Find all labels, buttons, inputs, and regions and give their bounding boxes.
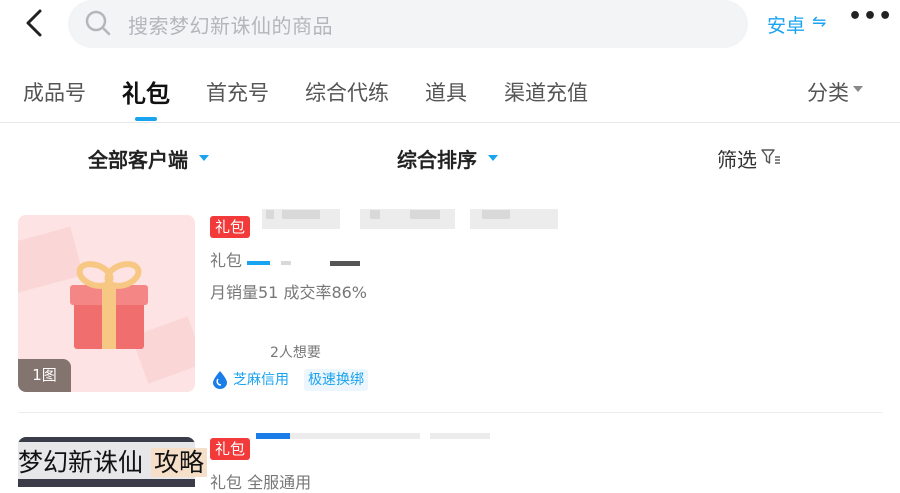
- image-count-badge: 1图: [18, 359, 71, 392]
- category-menu[interactable]: 分类: [807, 77, 849, 107]
- more-options-icon[interactable]: •••: [848, 4, 893, 29]
- thumbnail-caption-highlight: 攻略: [150, 448, 207, 477]
- thumbnail-caption: 梦幻新诛仙 攻略: [18, 443, 207, 479]
- fast-rebind-tag: 极速换绑: [304, 369, 368, 391]
- tab-channel-recharge[interactable]: 渠道充值: [504, 77, 588, 107]
- sort-caret-icon: [488, 155, 498, 161]
- search-placeholder[interactable]: 搜索梦幻新诛仙的商品: [128, 10, 333, 39]
- search-icon: [85, 10, 111, 36]
- credit-drop-icon: [213, 371, 227, 389]
- redacted-detail: [330, 261, 360, 266]
- thumbnail-caption-main: 梦幻新诛仙: [18, 448, 144, 477]
- redacted-title: [282, 210, 320, 219]
- redacted-title: [266, 210, 274, 219]
- back-arrow-icon[interactable]: [18, 6, 50, 40]
- redacted-title: [410, 210, 440, 219]
- gift-pack-badge: 礼包: [210, 216, 251, 238]
- tab-divider: [0, 122, 900, 123]
- tab-finished-account[interactable]: 成品号: [23, 77, 86, 107]
- active-tab-indicator: [135, 117, 157, 121]
- redacted-title: [430, 433, 490, 439]
- want-count: 2人想要: [270, 345, 321, 361]
- client-filter[interactable]: 全部客户端: [88, 144, 188, 173]
- sales-stats: 月销量51 成交率86%: [210, 283, 368, 302]
- client-caret-icon: [199, 155, 209, 161]
- switch-platform-icon[interactable]: ⇋: [812, 12, 826, 32]
- redacted-detail: [281, 261, 291, 265]
- sort-filter[interactable]: 综合排序: [397, 144, 477, 173]
- caret-down-icon: [853, 86, 863, 92]
- redacted-title: [256, 433, 290, 439]
- gift-pack-badge: 礼包: [210, 438, 251, 460]
- screen-filter[interactable]: 筛选: [717, 144, 757, 173]
- item-separator: [18, 412, 882, 413]
- platform-selector[interactable]: 安卓: [767, 11, 805, 38]
- tab-leveling-service[interactable]: 综合代练: [305, 77, 389, 107]
- redacted-title: [290, 433, 420, 439]
- product-subtitle: 礼包: [210, 251, 243, 270]
- redacted-title: [482, 210, 510, 219]
- credit-tag: 芝麻信用: [229, 369, 293, 391]
- redacted-title: [370, 210, 380, 219]
- filter-funnel-icon[interactable]: [761, 148, 781, 166]
- redacted-detail: [247, 261, 270, 265]
- tab-gift-pack[interactable]: 礼包: [122, 74, 170, 109]
- tab-items[interactable]: 道具: [425, 77, 467, 107]
- product-subtitle: 礼包 全服通用: [210, 473, 312, 492]
- tab-first-charge-account[interactable]: 首充号: [206, 77, 269, 107]
